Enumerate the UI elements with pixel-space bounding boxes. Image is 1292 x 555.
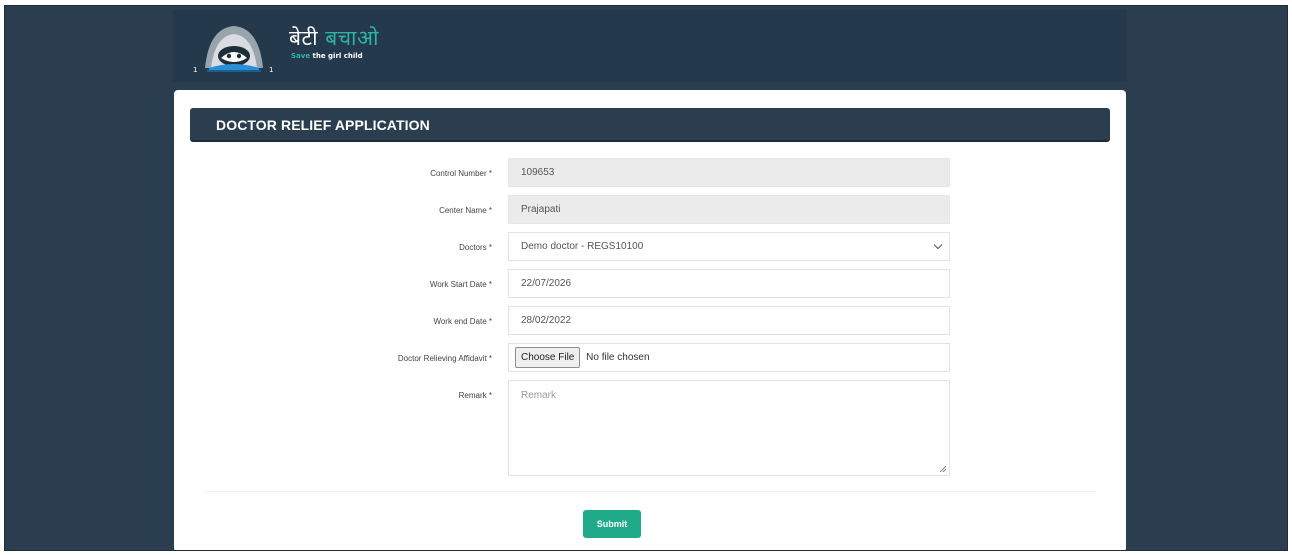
affidavit-label: Doctor Relieving Affidavit *	[397, 354, 492, 363]
center-name-field: Prajapati	[508, 195, 950, 224]
affidavit-file-input: Choose File No file chosen	[508, 343, 950, 372]
form-title: DOCTOR RELIEF APPLICATION	[216, 117, 430, 133]
logo[interactable]: 1 1 बेटी बचाओ Save the girl child	[191, 20, 391, 76]
work-start-date-input[interactable]: 22/07/2026	[508, 269, 950, 298]
chevron-down-icon	[933, 240, 943, 250]
control-number-field: 109653	[508, 158, 950, 187]
doctors-select[interactable]: Demo doctor - REGS10100	[508, 232, 950, 261]
form-title-bar: DOCTOR RELIEF APPLICATION	[190, 108, 1110, 142]
app-frame: 1 1 बेटी बचाओ Save the girl child DOCTOR…	[4, 5, 1288, 551]
resize-handle-icon[interactable]	[940, 466, 946, 472]
form-card: DOCTOR RELIEF APPLICATION Control Number…	[174, 90, 1126, 550]
logo-emblem-icon: 1 1	[193, 26, 273, 74]
logo-badge-right: 1	[269, 66, 273, 74]
remark-textarea[interactable]: Remark	[508, 380, 950, 476]
submit-button[interactable]: Submit	[583, 510, 641, 538]
work-start-date-label: Work Start Date *	[429, 280, 492, 289]
work-end-date-label: Work end Date *	[433, 317, 492, 326]
center-name-label: Center Name *	[439, 206, 492, 215]
site-header: 1 1 बेटी बचाओ Save the girl child	[173, 10, 1127, 82]
logo-hindi-text: बेटी बचाओ	[289, 26, 379, 50]
control-number-label: Control Number *	[430, 169, 492, 178]
logo-tagline: Save the girl child	[291, 52, 363, 60]
file-status-text: No file chosen	[586, 352, 650, 363]
form-divider	[204, 491, 1096, 492]
logo-badge-left: 1	[193, 66, 197, 74]
remark-placeholder: Remark	[521, 390, 557, 401]
doctors-select-value: Demo doctor - REGS10100	[521, 241, 644, 252]
remark-label: Remark *	[458, 391, 492, 400]
doctors-label: Doctors *	[459, 243, 492, 252]
choose-file-button[interactable]: Choose File	[515, 347, 581, 368]
work-end-date-input[interactable]: 28/02/2022	[508, 306, 950, 335]
